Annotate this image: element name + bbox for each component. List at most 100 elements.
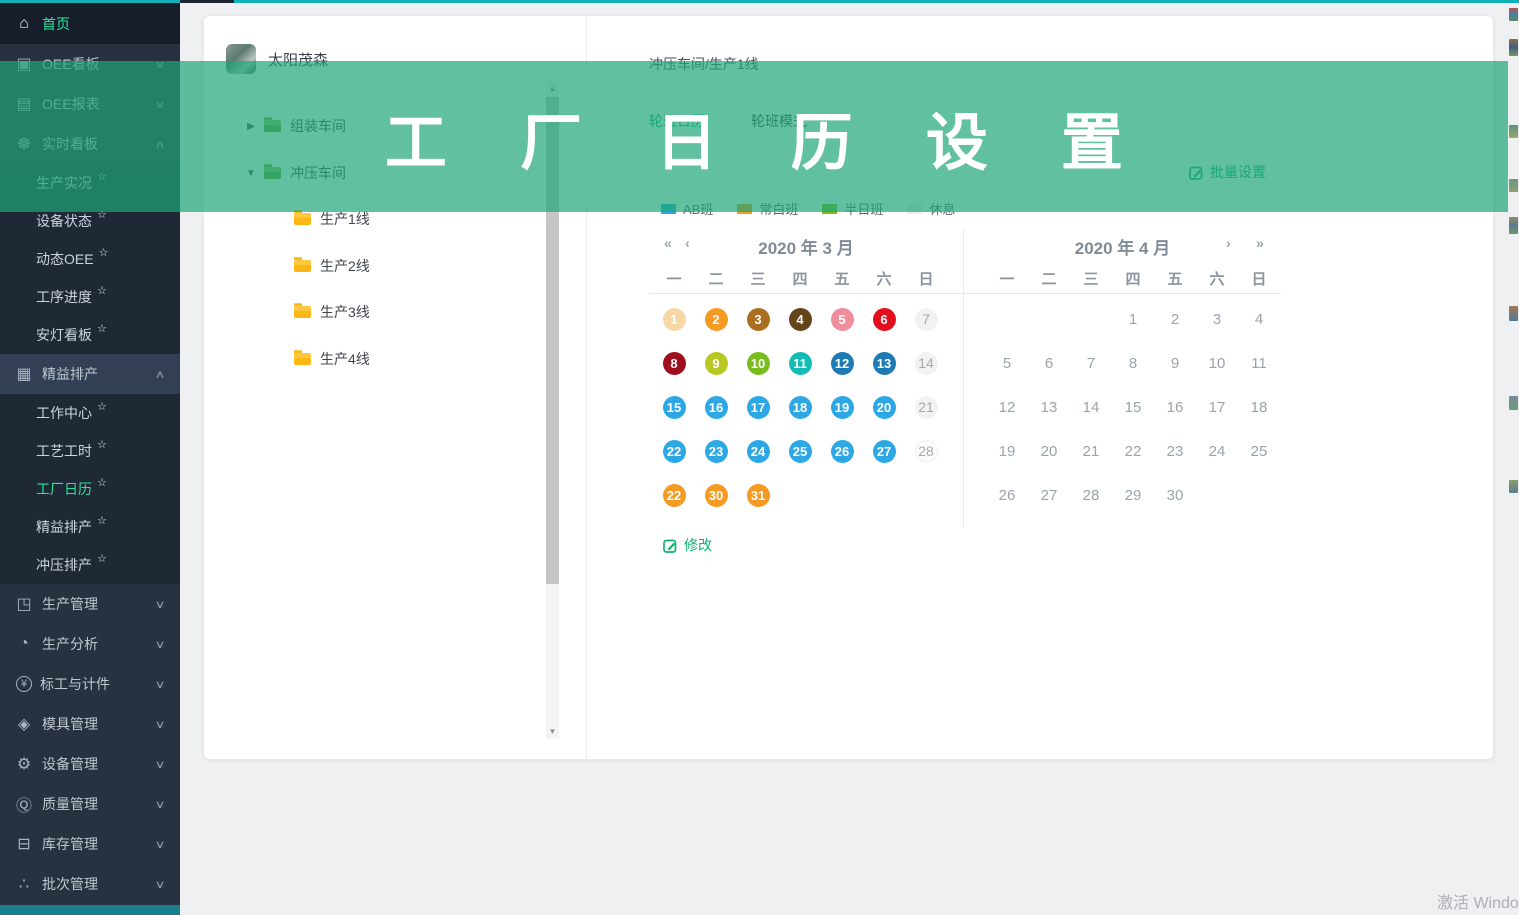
day-circle: 27 (873, 440, 896, 463)
calendar-day[interactable]: 5 (986, 341, 1028, 385)
sidebar-group-精益排产[interactable]: ▦精益排产∧ (0, 354, 180, 394)
calendar-day[interactable]: 1 (1112, 297, 1154, 341)
calendar-day[interactable]: 16 (695, 385, 737, 429)
next-month-icon[interactable]: › (1226, 235, 1231, 251)
weekday-label: 日 (1238, 268, 1280, 289)
calendar-day[interactable]: 27 (1028, 473, 1070, 517)
calendar-day-blank (1070, 297, 1112, 341)
sidebar-item-安灯看板[interactable]: 安灯看板☆ (0, 316, 180, 354)
calendar-day[interactable]: 12 (986, 385, 1028, 429)
calendar-day[interactable]: 11 (779, 341, 821, 385)
calendar-day[interactable]: 18 (1238, 385, 1280, 429)
next-year-icon[interactable]: » (1256, 235, 1264, 251)
calendar-day[interactable]: 3 (1196, 297, 1238, 341)
tree-node-生产4线[interactable]: 生产4线 (294, 347, 370, 371)
calendar-day[interactable]: 24 (1196, 429, 1238, 473)
calendar-day[interactable]: 13 (863, 341, 905, 385)
calendar-day[interactable]: 5 (821, 297, 863, 341)
sidebar-item-工作中心[interactable]: 工作中心☆ (0, 394, 180, 432)
calendar-day[interactable]: 10 (1196, 341, 1238, 385)
sidebar-group-标工与计件[interactable]: ¥标工与计件∨ (0, 664, 180, 704)
calendar-day[interactable]: 30 (1154, 473, 1196, 517)
calendar-day[interactable]: 2 (695, 297, 737, 341)
calendar-day[interactable]: 7 (1070, 341, 1112, 385)
calendar-day[interactable]: 4 (779, 297, 821, 341)
calendar-day[interactable]: 8 (1112, 341, 1154, 385)
calendar-day[interactable]: 9 (695, 341, 737, 385)
calendar-day[interactable]: 16 (1154, 385, 1196, 429)
sidebar-group-模具管理[interactable]: ◈模具管理∨ (0, 704, 180, 744)
tree-node-生产2线[interactable]: 生产2线 (294, 254, 370, 278)
calendar-day[interactable]: 17 (737, 385, 779, 429)
calendar-day[interactable]: 29 (1112, 473, 1154, 517)
sidebar-group-生产管理[interactable]: ◳生产管理∨ (0, 584, 180, 624)
calendar-day[interactable]: 7 (905, 297, 947, 341)
calendar-day[interactable]: 22 (653, 473, 695, 517)
calendar-day[interactable]: 18 (779, 385, 821, 429)
calendar-day[interactable]: 11 (1238, 341, 1280, 385)
calendar-day[interactable]: 13 (1028, 385, 1070, 429)
calendar-day[interactable]: 15 (653, 385, 695, 429)
day-circle: 5 (831, 308, 854, 331)
lean-scheduling-icon: ▦ (14, 364, 34, 384)
calendar-day[interactable]: 21 (1070, 429, 1112, 473)
day-number: 9 (1171, 355, 1179, 372)
calendar-day[interactable]: 25 (779, 429, 821, 473)
calendar-day[interactable]: 23 (695, 429, 737, 473)
sidebar-item-label: 工艺工时 (36, 441, 92, 461)
sidebar-group-设备管理[interactable]: ⚙设备管理∨ (0, 744, 180, 784)
calendar-day[interactable]: 21 (905, 385, 947, 429)
sidebar-item-精益排产[interactable]: 精益排产☆ (0, 508, 180, 546)
calendar-day[interactable]: 10 (737, 341, 779, 385)
calendar-day[interactable]: 1 (653, 297, 695, 341)
sidebar-group-批次管理[interactable]: ∴批次管理∨ (0, 864, 180, 904)
calendar-day[interactable]: 2 (1154, 297, 1196, 341)
day-circle: 4 (789, 308, 812, 331)
calendar-day[interactable]: 22 (1112, 429, 1154, 473)
calendar-day[interactable]: 3 (737, 297, 779, 341)
scroll-down-icon[interactable]: ▼ (546, 724, 559, 739)
calendar-day[interactable]: 25 (1238, 429, 1280, 473)
calendar-day[interactable]: 14 (905, 341, 947, 385)
calendar-day[interactable]: 22 (653, 429, 695, 473)
calendar-day[interactable]: 6 (863, 297, 905, 341)
calendar-day[interactable]: 4 (1238, 297, 1280, 341)
calendar-day[interactable]: 12 (821, 341, 863, 385)
calendar-day[interactable]: 9 (1154, 341, 1196, 385)
sidebar-item-动态OEE[interactable]: 动态OEE☆ (0, 240, 180, 278)
sidebar-item-工艺工时[interactable]: 工艺工时☆ (0, 432, 180, 470)
calendar-day[interactable]: 19 (986, 429, 1028, 473)
calendar-day[interactable]: 19 (821, 385, 863, 429)
sidebar-group-生产分析[interactable]: ◔生产分析∨ (0, 624, 180, 664)
calendar-day[interactable]: 20 (1028, 429, 1070, 473)
tree-node-label: 生产4线 (320, 349, 370, 369)
calendar-april-grid: 1234567891011121314151617181920212223242… (964, 294, 1281, 517)
sidebar-group-质量管理[interactable]: Ⓠ质量管理∨ (0, 784, 180, 824)
calendar-day[interactable]: 24 (737, 429, 779, 473)
weekday-label: 二 (695, 268, 737, 289)
calendar-day[interactable]: 23 (1154, 429, 1196, 473)
calendar-day[interactable]: 27 (863, 429, 905, 473)
calendar-day[interactable]: 26 (986, 473, 1028, 517)
banner-title: 工 厂 日 历 设 置 (357, 92, 1151, 182)
calendar-day[interactable]: 28 (905, 429, 947, 473)
day-circle: 11 (789, 352, 812, 375)
calendar-day[interactable]: 17 (1196, 385, 1238, 429)
calendar-day[interactable]: 20 (863, 385, 905, 429)
calendar-day[interactable]: 8 (653, 341, 695, 385)
calendar-day[interactable]: 30 (695, 473, 737, 517)
modify-button[interactable]: 修改 (663, 535, 712, 555)
sidebar-item-home[interactable]: ⌂ 首页 (0, 3, 180, 44)
sidebar-item-冲压排产[interactable]: 冲压排产☆ (0, 546, 180, 584)
sidebar-group-库存管理[interactable]: ⊟库存管理∨ (0, 824, 180, 864)
weekday-label: 一 (986, 268, 1028, 289)
tree-node-生产3线[interactable]: 生产3线 (294, 300, 370, 324)
calendar-day[interactable]: 26 (821, 429, 863, 473)
calendar-day[interactable]: 28 (1070, 473, 1112, 517)
sidebar-item-工厂日历[interactable]: 工厂日历☆ (0, 470, 180, 508)
calendar-day[interactable]: 31 (737, 473, 779, 517)
calendar-day[interactable]: 14 (1070, 385, 1112, 429)
calendar-day[interactable]: 6 (1028, 341, 1070, 385)
calendar-day[interactable]: 15 (1112, 385, 1154, 429)
sidebar-item-工序进度[interactable]: 工序进度☆ (0, 278, 180, 316)
